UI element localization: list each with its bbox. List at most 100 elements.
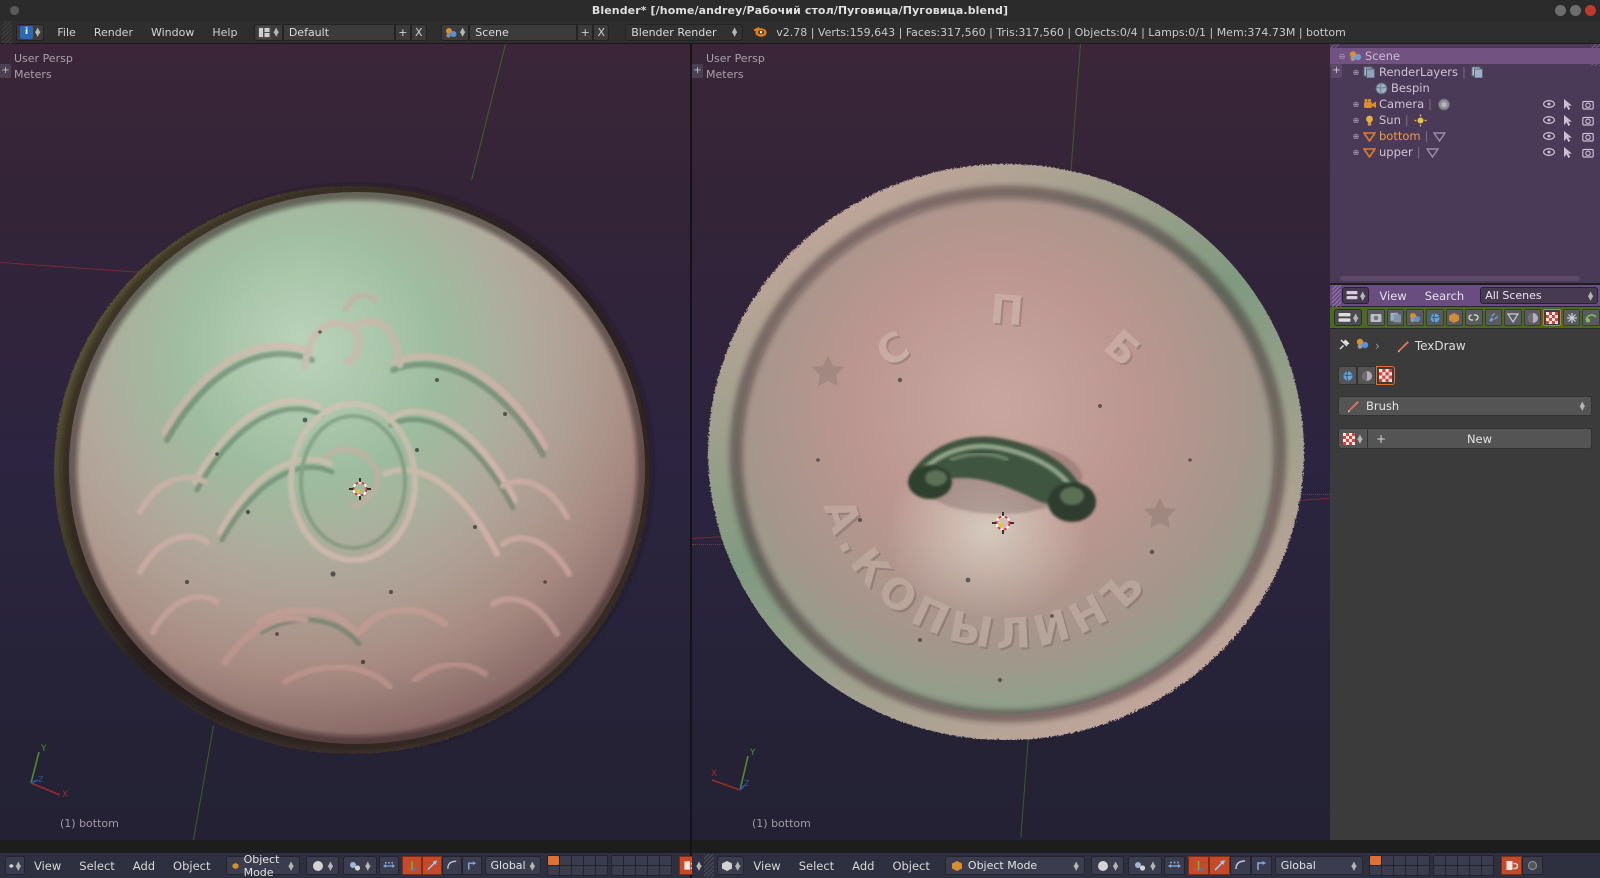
- layer-cell[interactable]: [1481, 866, 1493, 875]
- properties-menu-view[interactable]: View: [1371, 287, 1414, 305]
- outliner-horizontal-scrollbar[interactable]: [1340, 276, 1580, 281]
- camera-data-icon[interactable]: [1436, 97, 1451, 111]
- properties-context-selector[interactable]: ▲ ▼: [1334, 309, 1363, 326]
- layer-cell[interactable]: [1381, 866, 1393, 875]
- render-engine-selector[interactable]: Blender Render ▲ ▼: [625, 23, 744, 41]
- tab-render[interactable]: [1367, 309, 1385, 326]
- layer-block-1[interactable]: [1368, 855, 1430, 876]
- layer-cell[interactable]: [1393, 856, 1405, 865]
- texture-context-material[interactable]: [1357, 366, 1376, 385]
- layer-cell[interactable]: [636, 866, 647, 875]
- viewport-shading-selector-left[interactable]: ▲ ▼: [305, 856, 340, 875]
- layer-cell[interactable]: [648, 856, 659, 865]
- layer-cell[interactable]: [1445, 866, 1457, 875]
- toolshelf-expand-left[interactable]: +: [0, 64, 11, 78]
- layer-cell[interactable]: [584, 856, 595, 865]
- cursor-arrow-icon[interactable]: [1564, 130, 1573, 142]
- layer-cell[interactable]: [1445, 856, 1457, 865]
- lock-camera-button-right[interactable]: [1500, 856, 1522, 875]
- camera-render-icon[interactable]: [1582, 147, 1594, 158]
- viewport-shading-selector-right[interactable]: ▲ ▼: [1090, 856, 1125, 875]
- layer-cell[interactable]: [560, 856, 571, 865]
- expand-icon[interactable]: ⊕: [1350, 68, 1362, 77]
- texture-context-brush[interactable]: [1376, 366, 1395, 385]
- layer-cell[interactable]: [1481, 856, 1493, 865]
- cursor-arrow-icon[interactable]: [1564, 146, 1573, 158]
- translate-manipulator-button-left[interactable]: [401, 856, 422, 875]
- tab-render-layers[interactable]: [1386, 309, 1405, 326]
- outliner-restrict-toggles[interactable]: [1543, 114, 1594, 126]
- scale-manipulator-button-right[interactable]: [1229, 856, 1251, 875]
- layer-cell[interactable]: [660, 866, 671, 875]
- layer-cell[interactable]: [572, 866, 583, 875]
- header-grip[interactable]: [2, 20, 12, 44]
- layer-cell[interactable]: [648, 866, 659, 875]
- outliner-restrict-toggles[interactable]: [1543, 98, 1594, 110]
- interaction-mode-selector-right[interactable]: Object Mode ▲ ▼: [944, 856, 1085, 875]
- scene-layers-left[interactable]: [547, 855, 672, 876]
- texture-type-toggles[interactable]: [1338, 366, 1592, 385]
- layer-cell[interactable]: [636, 856, 647, 865]
- outliner-restrict-toggles[interactable]: [1543, 130, 1594, 142]
- editor-type-selector-info[interactable]: i ▲ ▼: [16, 23, 45, 41]
- interaction-mode-selector-left[interactable]: Object Mode ▲ ▼: [225, 853, 300, 878]
- collapse-icon[interactable]: ⊖: [1336, 52, 1348, 61]
- manipulator-toggle-left[interactable]: [378, 856, 399, 875]
- rotate-manipulator-button-right[interactable]: [1208, 856, 1230, 875]
- layer-cell[interactable]: [1433, 866, 1445, 875]
- render-preview-button-right[interactable]: [1521, 856, 1543, 875]
- outliner-restrict-toggles[interactable]: [1543, 146, 1594, 158]
- eye-icon[interactable]: [1543, 115, 1555, 125]
- header-scroll-arrows[interactable]: ▲ ▼: [694, 853, 704, 878]
- menu-window[interactable]: Window: [142, 24, 203, 41]
- layer-cell[interactable]: [624, 856, 635, 865]
- header-grip[interactable]: [1332, 285, 1341, 307]
- scene-icon-button[interactable]: ▲ ▼: [440, 23, 470, 41]
- layer-cell[interactable]: [596, 856, 607, 865]
- manipulator-toggle-right[interactable]: [1163, 856, 1185, 875]
- camera-render-icon[interactable]: [1582, 99, 1594, 110]
- tab-particles[interactable]: [1562, 309, 1581, 326]
- layer-cell[interactable]: [1469, 856, 1481, 865]
- layer-cell[interactable]: [548, 856, 559, 865]
- viewport-menu-add-left[interactable]: Add: [124, 857, 164, 875]
- minimize-button[interactable]: [1555, 5, 1566, 16]
- layer-cell[interactable]: [612, 866, 623, 875]
- expand-icon[interactable]: ⊕: [1350, 148, 1362, 157]
- layer-block-1[interactable]: [547, 855, 608, 876]
- mesh-data-icon[interactable]: [1425, 145, 1440, 159]
- renderlayer-data-icon[interactable]: [1470, 65, 1485, 79]
- layer-block-2[interactable]: [1432, 855, 1494, 876]
- viewport-menu-select-left[interactable]: Select: [70, 857, 123, 875]
- layer-cell[interactable]: [1405, 856, 1417, 865]
- viewport-menu-select-right[interactable]: Select: [790, 857, 843, 875]
- layer-cell[interactable]: [624, 866, 635, 875]
- eye-icon[interactable]: [1543, 147, 1555, 157]
- outliner-row-renderlayers[interactable]: ⊕ RenderLayers |: [1330, 64, 1600, 80]
- menu-help[interactable]: Help: [203, 24, 246, 41]
- brush-datablock-selector[interactable]: Brush ▲ ▼: [1338, 396, 1592, 416]
- editor-type-selector-3dview-right[interactable]: ▲ ▼: [717, 856, 745, 875]
- layer-cell[interactable]: [1417, 866, 1429, 875]
- outliner-row-scene[interactable]: ⊖ Scene: [1330, 48, 1600, 64]
- editor-type-selector-properties[interactable]: ▲ ▼: [1342, 287, 1370, 304]
- menu-file[interactable]: File: [48, 24, 84, 41]
- layer-cell[interactable]: [572, 856, 583, 865]
- cursor-arrow-icon[interactable]: [1564, 98, 1573, 110]
- add-scene-button[interactable]: +: [577, 23, 594, 41]
- expand-icon[interactable]: ⊕: [1350, 100, 1362, 109]
- pin-icon[interactable]: [1338, 338, 1351, 354]
- tab-modifiers[interactable]: [1484, 309, 1503, 326]
- tab-scene[interactable]: [1406, 309, 1425, 326]
- tab-material[interactable]: [1523, 309, 1542, 326]
- pivot-point-selector-left[interactable]: ▲ ▼: [343, 856, 377, 875]
- viewport-right[interactable]: С П Б С П Б А.КОПЫЛИНЪ А.КОПЫЛИНЪ + User…: [692, 44, 1330, 840]
- outliner-row-upper[interactable]: ⊕ upper |: [1330, 144, 1600, 160]
- viewport-splitter[interactable]: [690, 44, 692, 878]
- viewport-left[interactable]: + User Persp Meters (1) bottom Y X Z: [0, 44, 690, 840]
- properties-menu-search[interactable]: Search: [1417, 287, 1473, 305]
- viewport-menu-object-left[interactable]: Object: [164, 857, 219, 875]
- mesh-data-icon[interactable]: [1432, 129, 1447, 143]
- layer-block-2[interactable]: [611, 855, 672, 876]
- scale-manipulator-button-left[interactable]: [441, 856, 462, 875]
